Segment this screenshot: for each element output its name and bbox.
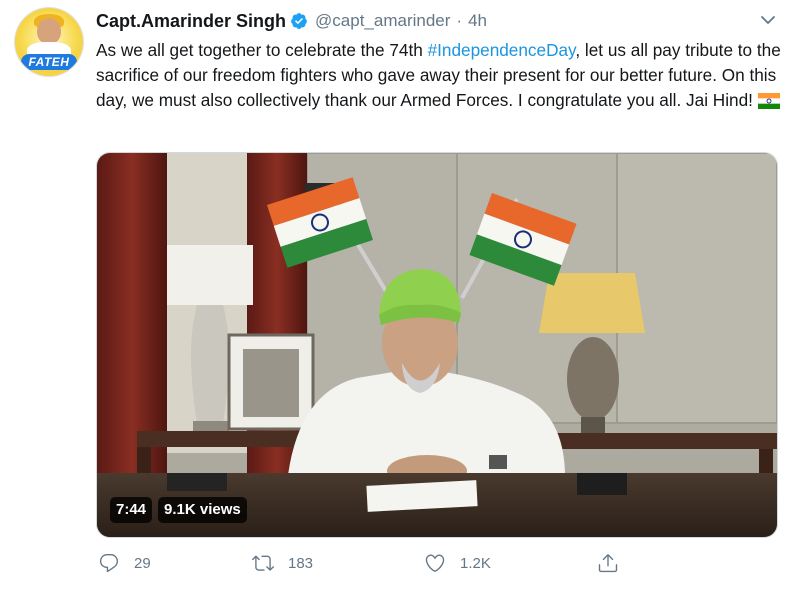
tweet-header: Capt.Amarinder Singh @capt_amarinder · 4…: [96, 9, 487, 33]
heart-icon: [425, 554, 445, 572]
retweet-icon: [252, 555, 274, 571]
video-duration: 7:44: [110, 497, 153, 523]
author-name[interactable]: Capt.Amarinder Singh: [96, 11, 286, 32]
india-flag-icon: [757, 93, 780, 109]
reply-button[interactable]: 29: [98, 548, 151, 578]
like-button[interactable]: 1.2K: [424, 548, 491, 578]
avatar-face: [37, 18, 61, 44]
video-thumbnail: [97, 153, 777, 537]
chevron-down-icon[interactable]: [760, 12, 776, 28]
share-button[interactable]: [597, 548, 619, 578]
tweet-actions: 29 183 1.2K: [0, 548, 800, 580]
video-view-count: 9.1K views: [158, 497, 247, 523]
retweet-button[interactable]: 183: [252, 548, 313, 578]
reply-icon: [99, 554, 119, 573]
tweet-text-part: As we all get together to celebrate the …: [96, 40, 428, 60]
like-count: 1.2K: [460, 554, 491, 572]
tweet-text: As we all get together to celebrate the …: [96, 38, 786, 113]
video-player[interactable]: [96, 152, 778, 538]
author-handle[interactable]: @capt_amarinder: [315, 11, 450, 31]
retweet-count: 183: [288, 554, 314, 572]
hashtag-link[interactable]: #IndependenceDay: [428, 40, 576, 60]
tweet-timestamp[interactable]: 4h: [468, 11, 487, 31]
avatar-badge-text: FATEH: [21, 54, 77, 70]
share-icon: [598, 554, 618, 573]
header-separator: ·: [456, 11, 463, 30]
reply-count: 29: [134, 554, 151, 572]
avatar[interactable]: FATEH: [15, 8, 83, 76]
verified-badge-icon: [291, 13, 307, 29]
